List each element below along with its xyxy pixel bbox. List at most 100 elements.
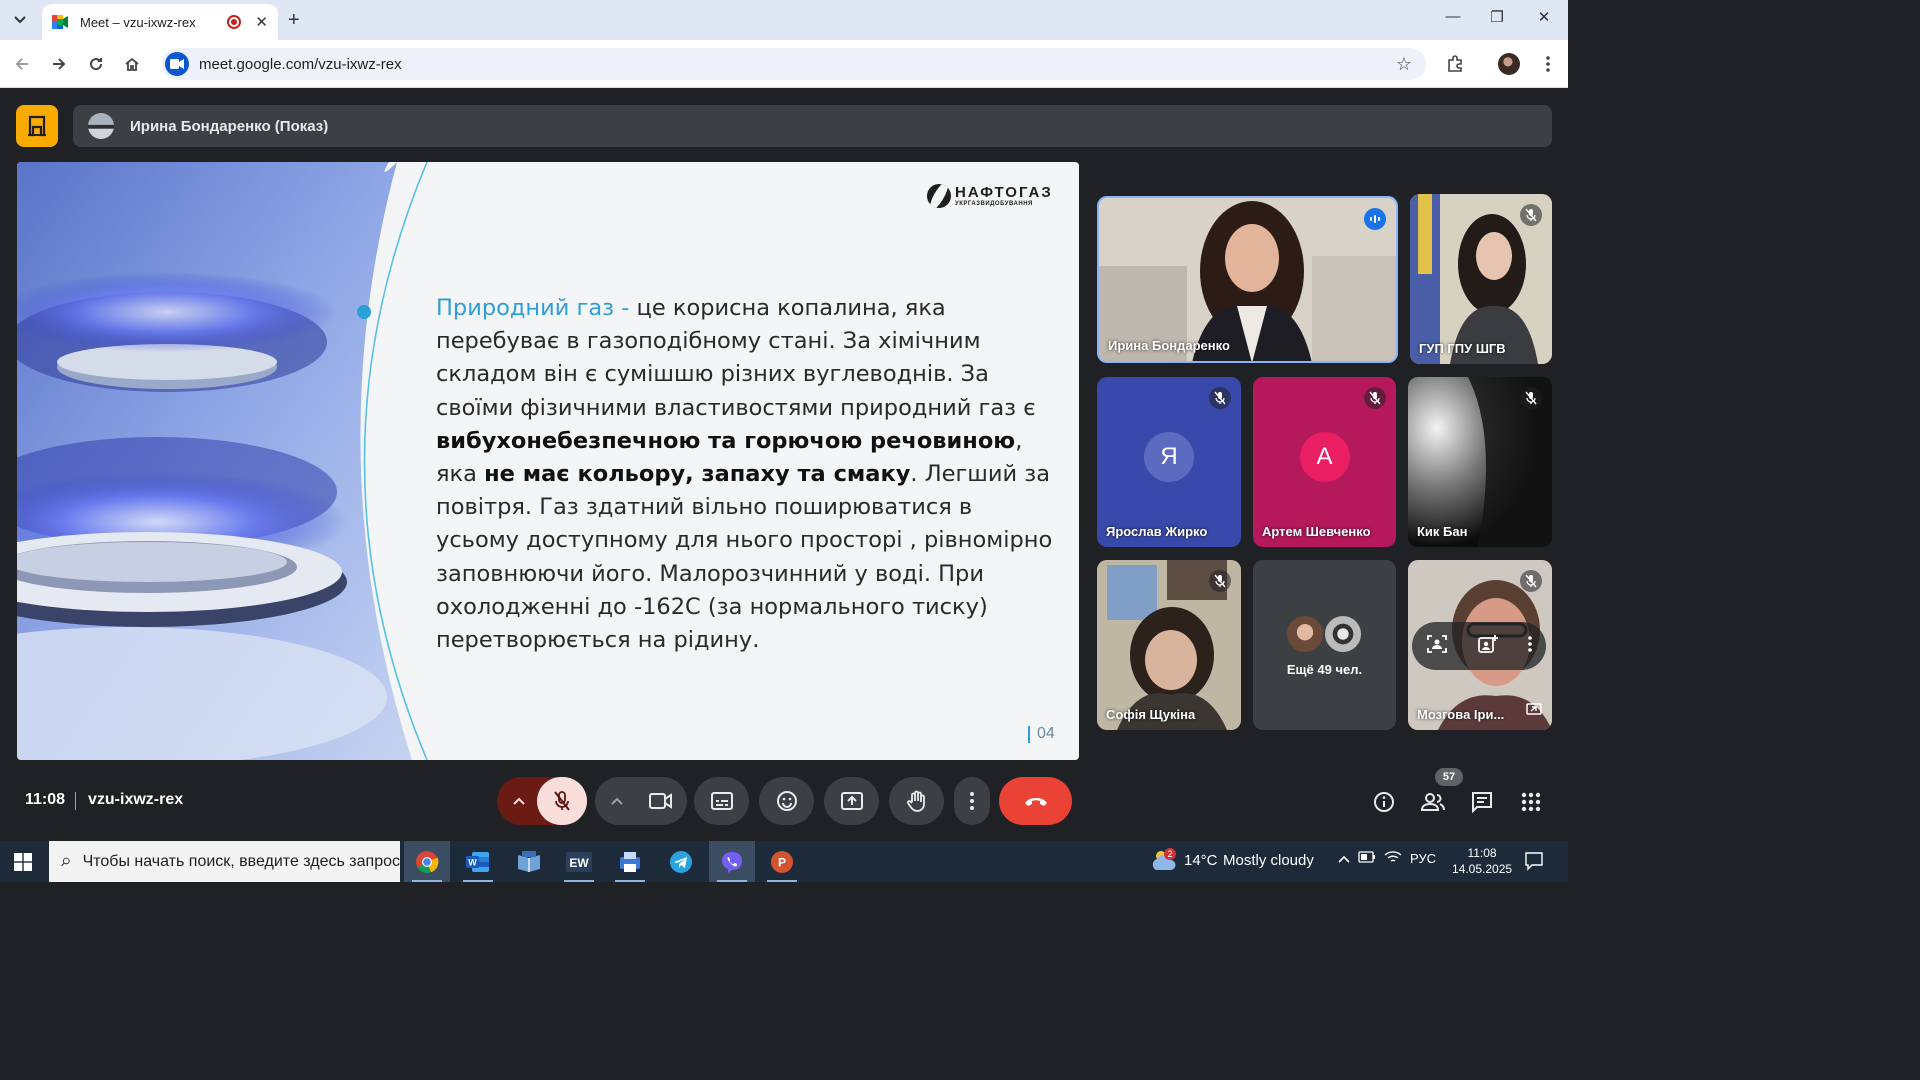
slide-highlight: Природний газ - (436, 295, 630, 321)
taskbar-word[interactable]: W (455, 841, 501, 882)
more-options-icon[interactable] (1527, 635, 1532, 657)
participant-tile-artem[interactable]: А Артем Шевченко (1253, 377, 1396, 547)
window-close-button[interactable]: ✕ (1521, 8, 1567, 26)
participant-name: Софія Щукіна (1106, 707, 1196, 722)
taskbar-telegram[interactable] (658, 841, 704, 882)
viber-icon (722, 851, 742, 873)
tab-title: Meet – vzu-ixwz-rex (80, 14, 196, 30)
activities-button[interactable] (1518, 789, 1544, 815)
taskbar-app-book[interactable] (506, 841, 552, 882)
search-icon (61, 857, 70, 866)
apps-grid-icon (1521, 792, 1541, 812)
meet-site-icon (165, 52, 189, 76)
weather-badge: 2 (1164, 848, 1176, 860)
meeting-details-button[interactable] (1371, 789, 1397, 815)
meet-favicon-icon (52, 15, 68, 29)
participant-tile-gup[interactable]: ГУП ГПУ ШГВ (1410, 194, 1552, 364)
new-tab-button[interactable]: + (288, 8, 300, 32)
pin-frame-icon[interactable] (1426, 634, 1448, 659)
emoji-icon (776, 791, 797, 811)
more-participants-label: Ещё 49 чел. (1286, 662, 1363, 677)
chat-icon (1472, 792, 1492, 813)
camera-icon (649, 793, 672, 809)
system-tray: РУС (1338, 850, 1436, 867)
more-options-button[interactable] (954, 777, 990, 825)
mic-off-icon (554, 791, 570, 811)
windows-start-icon[interactable] (14, 853, 32, 871)
participant-tile-more-people[interactable]: Ещё 49 чел. (1253, 560, 1396, 730)
taskbar-powerpoint[interactable]: P (759, 841, 805, 882)
profile-avatar[interactable] (1498, 53, 1520, 75)
video-options-chevron-icon[interactable] (595, 797, 639, 805)
speaking-indicator-icon (1364, 208, 1386, 230)
participant-tile-yaroslav[interactable]: Я Ярослав Жирко (1097, 377, 1241, 547)
add-to-screen-icon[interactable] (1477, 634, 1499, 659)
taskbar-app-printer[interactable] (607, 841, 653, 882)
meeting-code: vzu-ixwz-rex (88, 791, 184, 808)
picture-in-picture-icon[interactable] (1526, 702, 1542, 720)
captions-button[interactable] (694, 777, 749, 825)
presenter-bar[interactable]: Ирина Бондаренко (Показ) (73, 105, 1552, 147)
weather-description: Mostly cloudy (1223, 852, 1314, 869)
reactions-button[interactable] (759, 777, 814, 825)
windows-taskbar: Чтобы начать поиск, введите здесь запрос… (0, 841, 1568, 882)
battery-icon[interactable] (1358, 850, 1376, 867)
home-icon[interactable] (120, 52, 144, 76)
participant-name: Мозгова Іри... (1417, 707, 1505, 722)
logo-sub-text: УКРГАЗВИДОБУВАННЯ (955, 200, 1033, 207)
taskbar-viber[interactable] (709, 841, 755, 882)
presenter-label: Ирина Бондаренко (Показ) (130, 117, 329, 135)
taskbar-clock[interactable]: 11:08 14.05.2025 (1452, 845, 1512, 877)
participant-initial-avatar: А (1299, 432, 1350, 482)
participant-tile-mozgova[interactable]: Мозгова Іри... (1408, 560, 1552, 730)
slide-page-number: 04 (1028, 725, 1055, 743)
browser-menu-icon[interactable] (1536, 52, 1560, 76)
tray-overflow-chevron-icon[interactable] (1338, 851, 1350, 866)
meeting-time: 11:08 (25, 791, 66, 808)
taskbar-search-box[interactable]: Чтобы начать поиск, введите здесь запрос (49, 841, 400, 882)
naftogaz-logo: НАФТОГАЗ УКРГАЗВИДОБУВАННЯ (927, 184, 1053, 208)
present-screen-icon (840, 792, 863, 810)
browser-toolbar: meet.google.com/vzu-ixwz-rex ☆ (0, 40, 1568, 88)
back-arrow-icon[interactable] (10, 52, 34, 76)
extensions-puzzle-icon[interactable] (1443, 52, 1467, 76)
info-icon (1374, 792, 1394, 812)
participant-name: Артем Шевченко (1262, 524, 1371, 539)
tab-close-icon[interactable]: ✕ (255, 13, 268, 31)
leave-call-button[interactable] (999, 777, 1072, 825)
mic-off-icon (1520, 570, 1542, 592)
microphone-toggle-button[interactable] (537, 777, 587, 825)
reload-icon[interactable] (84, 52, 108, 76)
address-bar[interactable]: meet.google.com/vzu-ixwz-rex ☆ (162, 48, 1426, 80)
people-button[interactable] (1420, 789, 1446, 815)
taskbar-chrome[interactable] (404, 841, 450, 882)
forward-arrow-icon[interactable] (47, 52, 71, 76)
people-count-badge: 57 (1435, 768, 1463, 786)
raise-hand-button[interactable] (889, 777, 944, 825)
browser-tab-meet[interactable]: Meet – vzu-ixwz-rex ✕ (42, 4, 278, 40)
participant-name: Ярослав Жирко (1106, 524, 1208, 539)
wifi-icon[interactable] (1384, 850, 1402, 867)
window-minimize-button[interactable]: — (1430, 8, 1476, 25)
audio-options-chevron-icon[interactable] (497, 797, 541, 805)
browser-tab-bar: Meet – vzu-ixwz-rex ✕ + — ❐ ✕ (0, 0, 1568, 40)
participant-name: Ирина Бондаренко (1108, 338, 1230, 353)
mic-off-icon (1520, 387, 1542, 409)
weather-temperature: 14°C (1184, 852, 1218, 869)
chat-button[interactable] (1469, 789, 1495, 815)
participant-tile-sofiia[interactable]: Софія Щукіна (1097, 560, 1241, 730)
participant-tile-iryna[interactable]: Ирина Бондаренко (1097, 196, 1398, 363)
camera-toggle-button[interactable] (639, 792, 683, 810)
presenter-avatar (88, 113, 114, 139)
svg-text:P: P (778, 855, 786, 869)
presentation-icon-button[interactable] (16, 105, 58, 147)
taskbar-easyworship[interactable]: EW (556, 841, 602, 882)
participant-tile-kik-ban[interactable]: Кик Бан (1408, 377, 1552, 547)
window-restore-button[interactable]: ❐ (1474, 8, 1520, 26)
bookmark-star-icon[interactable]: ☆ (1396, 54, 1412, 75)
naftogaz-logo-mark-icon (927, 184, 951, 208)
language-indicator[interactable]: РУС (1410, 851, 1436, 866)
present-screen-button[interactable] (824, 777, 879, 825)
notifications-icon[interactable] (1524, 851, 1544, 876)
tab-search-chevron-icon[interactable] (8, 8, 32, 32)
